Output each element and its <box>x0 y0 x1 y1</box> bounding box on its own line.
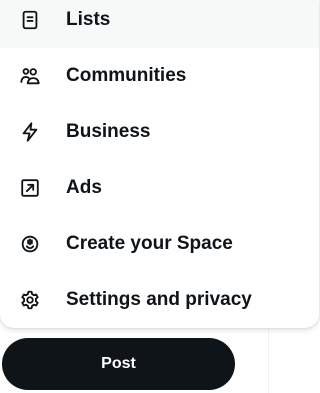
lists-icon <box>18 8 42 32</box>
communities-icon <box>18 64 42 88</box>
menu-item-label: Create your Space <box>66 233 233 254</box>
menu-item-settings-privacy[interactable]: Settings and privacy <box>0 272 319 328</box>
more-menu-dropdown: Lists Communities Business Ads Create yo… <box>0 0 319 328</box>
menu-item-communities[interactable]: Communities <box>0 48 319 104</box>
menu-item-label: Ads <box>66 177 102 198</box>
menu-item-ads[interactable]: Ads <box>0 160 319 216</box>
spaces-mic-icon <box>18 232 42 256</box>
menu-item-business[interactable]: Business <box>0 104 319 160</box>
post-button[interactable]: Post <box>2 338 235 390</box>
menu-item-create-space[interactable]: Create your Space <box>0 216 319 272</box>
gear-icon <box>18 288 42 312</box>
menu-item-label: Lists <box>66 9 111 30</box>
post-button-label: Post <box>101 355 136 372</box>
ads-arrow-icon <box>18 176 42 200</box>
menu-item-label: Communities <box>66 65 187 86</box>
lightning-icon <box>18 120 42 144</box>
menu-item-label: Business <box>66 121 151 142</box>
menu-item-lists[interactable]: Lists <box>0 0 319 48</box>
menu-item-label: Settings and privacy <box>66 289 252 310</box>
app-stage: Lists Communities Business Ads Create yo… <box>0 0 319 393</box>
